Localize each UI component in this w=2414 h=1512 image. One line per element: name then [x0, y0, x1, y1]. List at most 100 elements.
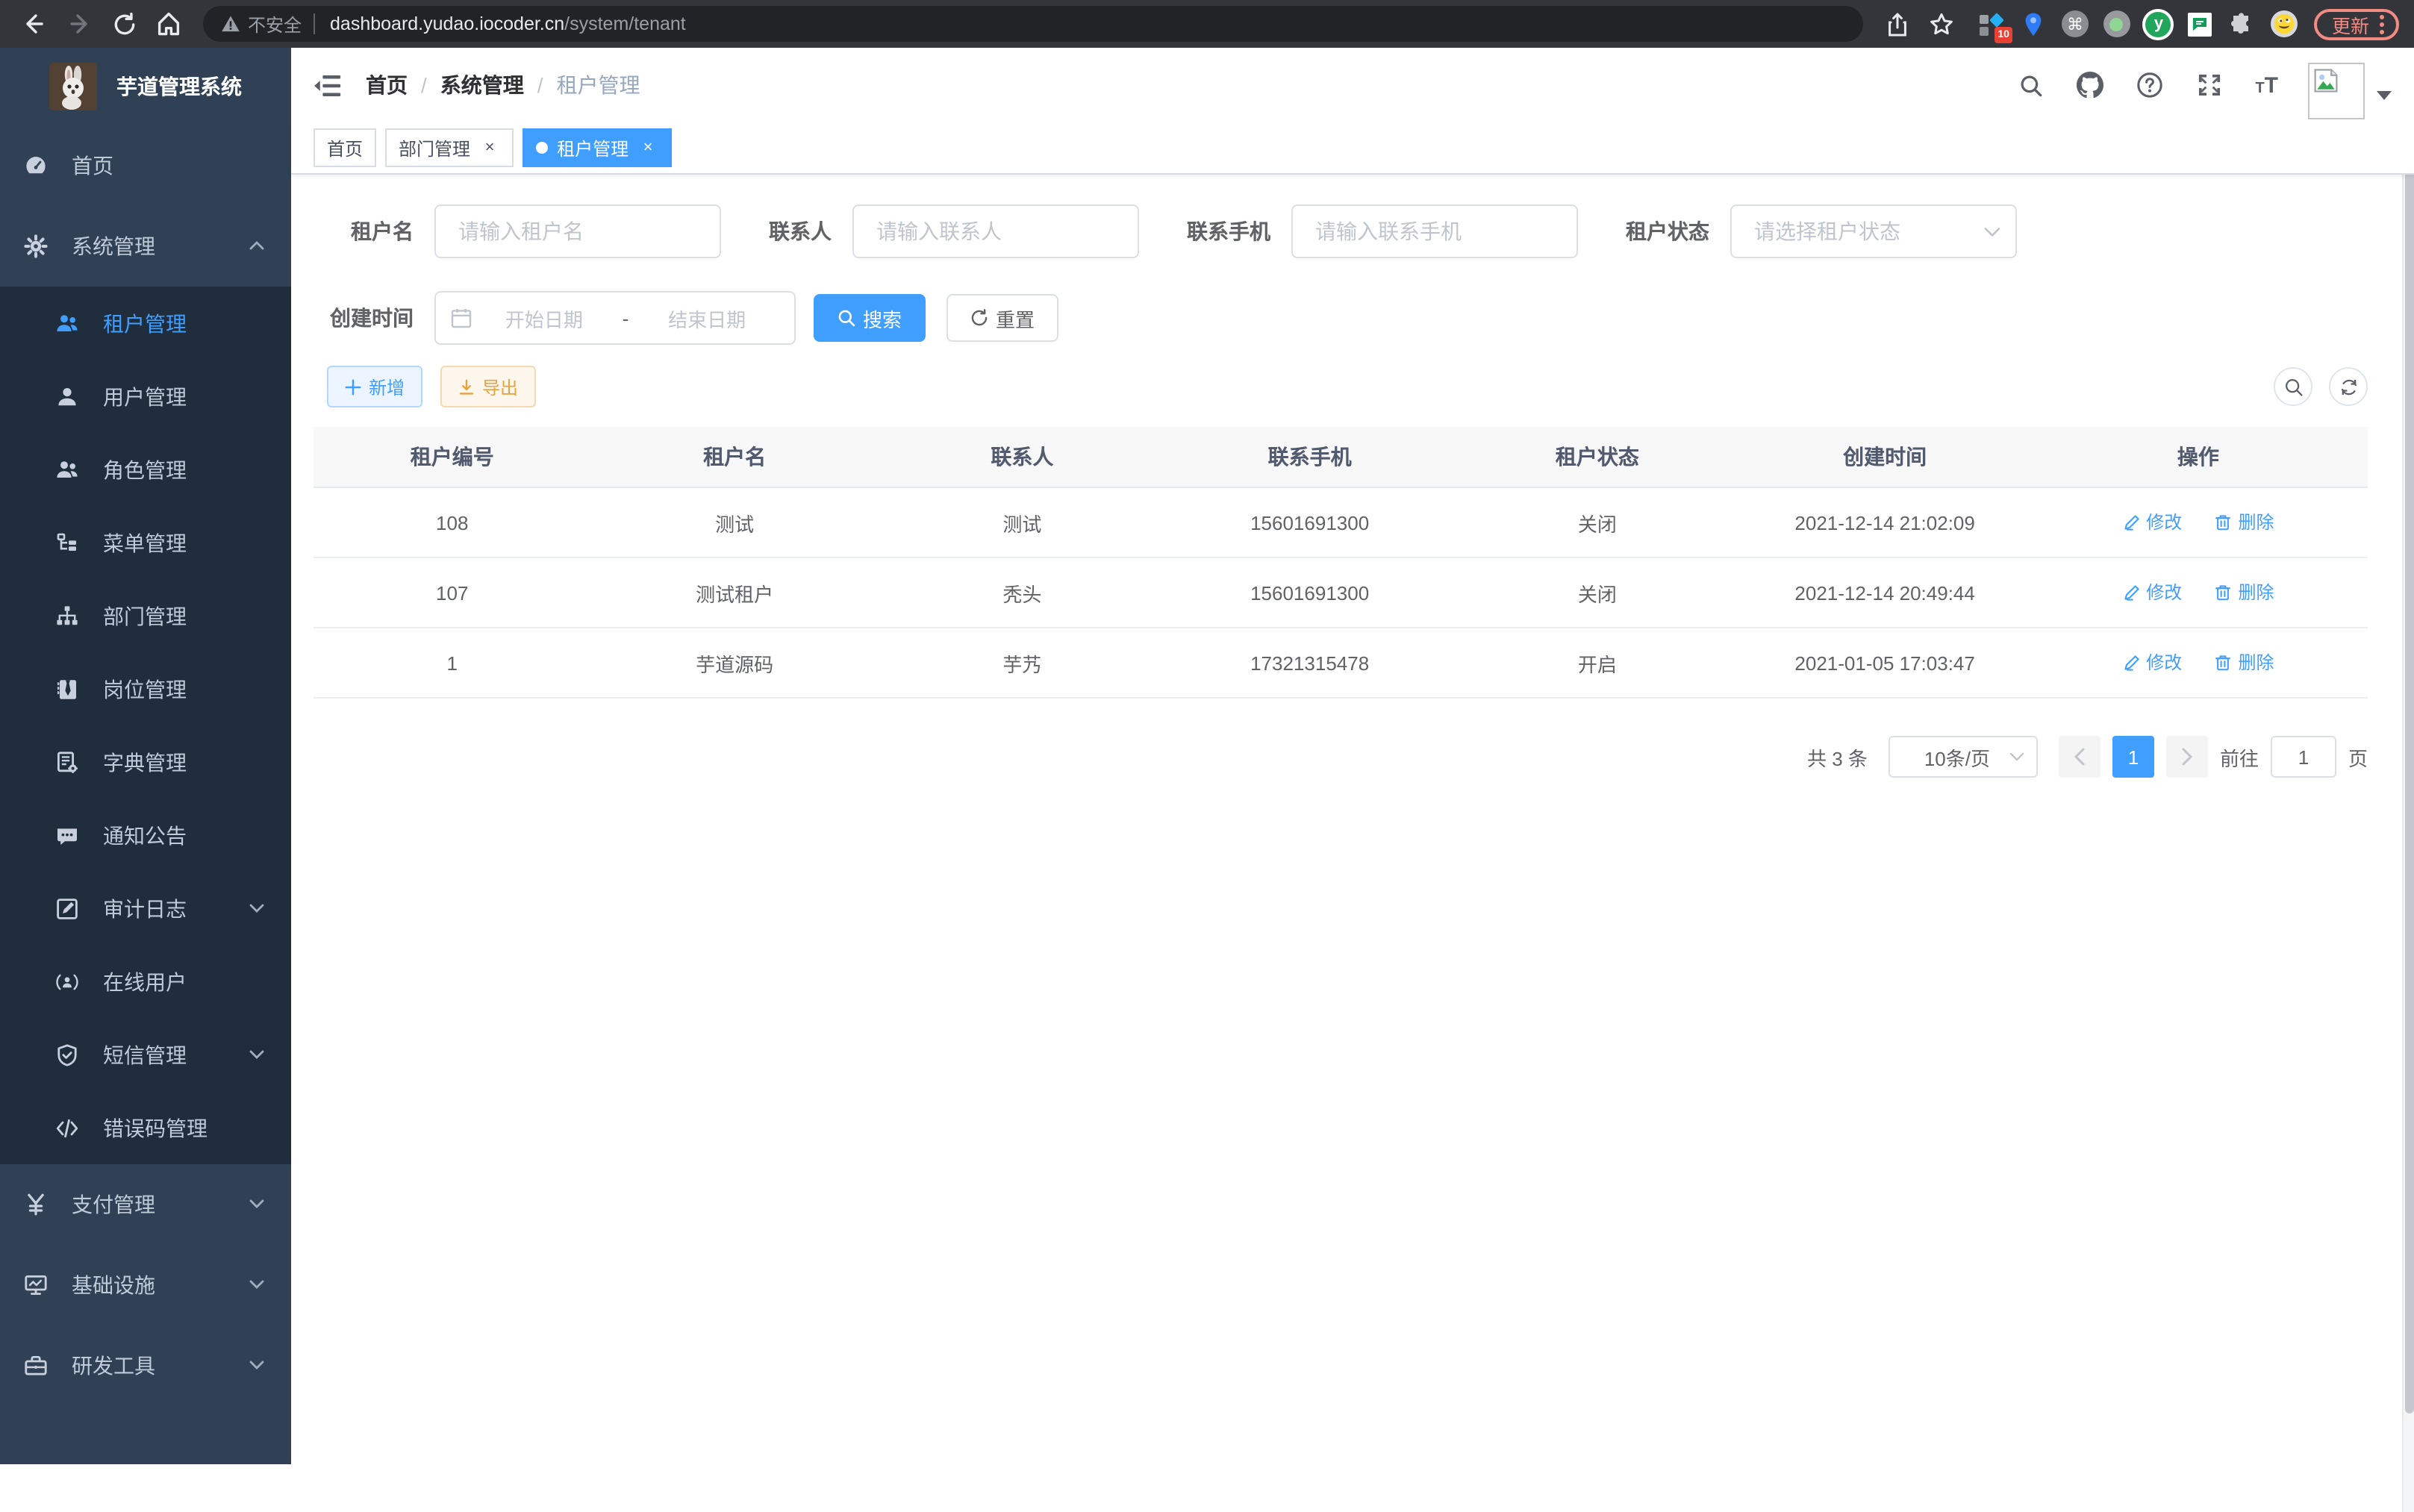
fullscreen-button[interactable]: [2189, 66, 2228, 104]
sidebar-item-dict[interactable]: 字典管理: [0, 725, 291, 799]
edit-link[interactable]: 修改: [2122, 580, 2182, 605]
tab-dept[interactable]: 部门管理 ×: [385, 128, 514, 167]
sidebar-item-user[interactable]: 用户管理: [0, 360, 291, 433]
cell-tenant-id: 108: [314, 487, 591, 557]
export-button[interactable]: 导出: [440, 366, 536, 407]
browser-home-button[interactable]: [149, 4, 188, 43]
extension-command[interactable]: ⌘: [2057, 6, 2093, 42]
hide-search-button[interactable]: [2274, 367, 2312, 406]
tenant-table: 租户编号 租户名 联系人 联系手机 租户状态 创建时间 操作 108 测试: [314, 427, 2368, 699]
sidebar-item-notice[interactable]: 通知公告: [0, 799, 291, 872]
pagination-total: 共 3 条: [1807, 743, 1868, 771]
page-size-select[interactable]: 10条/页: [1889, 736, 2038, 778]
tab-close-icon[interactable]: ×: [637, 137, 658, 158]
status-select[interactable]: 请选择租户状态: [1730, 204, 2017, 258]
sidebar-collapse-button[interactable]: [314, 71, 342, 99]
search-button[interactable]: 搜索: [814, 294, 926, 342]
sidebar: 芋道管理系统 首页 系统管理 租户管理: [0, 48, 291, 1464]
add-button-label: 新增: [369, 374, 405, 399]
delete-link[interactable]: 删除: [2215, 510, 2274, 535]
extension-grid[interactable]: 10: [1974, 6, 2009, 42]
date-range-picker[interactable]: 开始日期 - 结束日期: [434, 291, 796, 345]
extension-recorder[interactable]: [2099, 6, 2135, 42]
avatar-dropdown-caret-icon[interactable]: [2377, 91, 2392, 100]
github-button[interactable]: [2070, 66, 2109, 104]
address-bar[interactable]: 不安全 dashboard.yudao.iocoder.cn/system/te…: [203, 6, 1863, 42]
sidebar-item-errcode[interactable]: 错误码管理: [0, 1091, 291, 1164]
delete-label: 删除: [2239, 510, 2274, 535]
sidebar-item-post[interactable]: 岗位管理: [0, 652, 291, 725]
refresh-table-button[interactable]: [2329, 367, 2368, 406]
browser-reload-button[interactable]: [105, 4, 143, 43]
extension-y[interactable]: y: [2141, 6, 2177, 42]
cell-actions: 修改 删除: [2029, 557, 2368, 628]
table-header-row: 租户编号 租户名 联系人 联系手机 租户状态 创建时间 操作: [314, 427, 2368, 487]
window-scrollbar[interactable]: [2402, 96, 2414, 1512]
delete-link[interactable]: 删除: [2215, 650, 2274, 675]
refresh-icon: [970, 309, 988, 327]
browser-back-button[interactable]: [15, 4, 54, 43]
font-size-button[interactable]: TT: [2249, 68, 2284, 102]
tab-home[interactable]: 首页: [314, 128, 376, 167]
extension-pin[interactable]: [2015, 6, 2051, 42]
goto-page-input[interactable]: [2271, 736, 2336, 778]
filter-tenant-name: 租户名: [314, 204, 721, 258]
add-button[interactable]: 新增: [327, 366, 422, 407]
sidebar-item-tenant[interactable]: 租户管理: [0, 287, 291, 360]
scrollbar-thumb[interactable]: [2405, 100, 2414, 1413]
command-icon: ⌘: [2062, 10, 2089, 37]
edit-link[interactable]: 修改: [2122, 650, 2182, 675]
app-logo-row[interactable]: 芋道管理系统: [0, 48, 291, 125]
bookmark-star-button[interactable]: [1923, 4, 1962, 43]
sidebar-item-audit-log[interactable]: 审计日志: [0, 872, 291, 945]
sidebar-item-dept[interactable]: 部门管理: [0, 579, 291, 652]
prev-page-button[interactable]: [2059, 736, 2100, 778]
edit-label: 修改: [2146, 650, 2182, 675]
date-end-placeholder: 结束日期: [634, 304, 779, 332]
extension-emoji[interactable]: [2266, 6, 2302, 42]
extension-chat[interactable]: [2183, 6, 2218, 42]
contact-input[interactable]: [852, 204, 1139, 258]
sidebar-item-system[interactable]: 系统管理: [0, 206, 291, 287]
sidebar-item-label: 短信管理: [103, 1040, 187, 1069]
calendar-icon: [451, 307, 472, 328]
sidebar-item-sms[interactable]: 短信管理: [0, 1018, 291, 1091]
role-users-icon: [55, 457, 79, 481]
sidebar-item-devtools[interactable]: 研发工具: [0, 1325, 291, 1406]
chevron-right-icon: [2181, 748, 2193, 766]
tenant-name-label: 租户名: [314, 216, 414, 246]
browser-menu-icon: [2380, 14, 2384, 34]
sidebar-item-online-user[interactable]: 在线用户: [0, 945, 291, 1018]
refresh-icon: [2339, 377, 2358, 396]
avatar[interactable]: [2308, 63, 2365, 119]
reset-button-label: 重置: [996, 304, 1035, 332]
delete-link[interactable]: 删除: [2215, 580, 2274, 605]
share-button[interactable]: [1878, 4, 1917, 43]
phone-input[interactable]: [1291, 204, 1578, 258]
sidebar-item-label: 菜单管理: [103, 528, 187, 557]
browser-forward-button[interactable]: [60, 4, 99, 43]
browser-update-button[interactable]: 更新: [2314, 8, 2399, 40]
page-number-1[interactable]: 1: [2112, 736, 2154, 778]
next-page-button[interactable]: [2166, 736, 2208, 778]
reset-button[interactable]: 重置: [946, 294, 1058, 342]
breadcrumb-home[interactable]: 首页: [366, 70, 408, 100]
edit-link[interactable]: 修改: [2122, 510, 2182, 535]
tab-tenant-active[interactable]: 租户管理 ×: [523, 128, 672, 167]
extension-puzzle[interactable]: [2224, 6, 2260, 42]
header-search-button[interactable]: [2012, 66, 2049, 104]
sidebar-item-infra[interactable]: 基础设施: [0, 1245, 291, 1325]
tab-close-icon[interactable]: ×: [479, 137, 500, 158]
sidebar-item-home[interactable]: 首页: [0, 125, 291, 206]
sidebar-item-label: 岗位管理: [103, 674, 187, 704]
help-button[interactable]: [2130, 66, 2168, 104]
breadcrumb-section[interactable]: 系统管理: [440, 70, 524, 100]
sidebar-item-role[interactable]: 角色管理: [0, 433, 291, 506]
dashboard-icon: [24, 154, 48, 178]
col-actions: 操作: [2029, 427, 2368, 487]
sidebar-item-pay[interactable]: 支付管理: [0, 1164, 291, 1245]
tenant-name-input[interactable]: [434, 204, 721, 258]
tab-label: 租户管理: [557, 135, 629, 160]
cell-contact: 测试: [879, 487, 1166, 557]
sidebar-item-menu[interactable]: 菜单管理: [0, 506, 291, 579]
